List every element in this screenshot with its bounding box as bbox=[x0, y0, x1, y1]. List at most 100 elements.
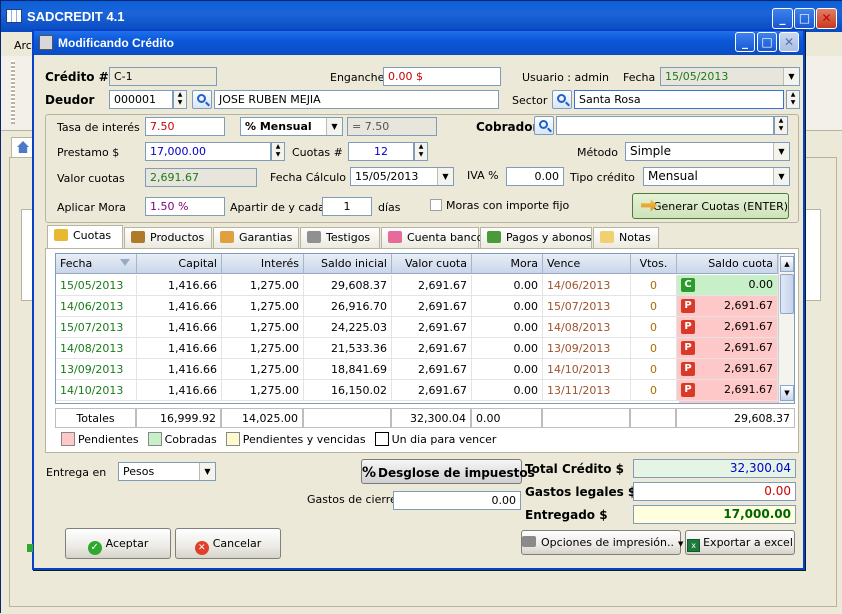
saldo-cuota-value: 2,691.67 bbox=[724, 383, 773, 396]
money-icon bbox=[487, 231, 501, 243]
tabs-holder: Cuotas Productos Garantias Testigos Cuenta b… bbox=[45, 225, 799, 249]
fecha-calculo-dropdown-arrow[interactable]: ▼ bbox=[437, 168, 453, 185]
home-icon bbox=[17, 141, 29, 153]
main-maximize-button[interactable]: □ bbox=[794, 8, 815, 29]
menu-item-archivo[interactable]: Arc bbox=[14, 39, 32, 52]
cobrador-stepper[interactable]: ▲ ▼ bbox=[774, 116, 788, 135]
metodo-select[interactable]: Simple bbox=[625, 142, 790, 161]
table-row[interactable]: 15/07/2013 1,416.66 1,275.00 24,225.03 2,691… bbox=[56, 317, 778, 338]
prestamo-stepper[interactable]: ▲ ▼ bbox=[271, 142, 285, 161]
totals-row: Totales 16,999.92 14,025.00 32,300.04 0.00 29… bbox=[55, 408, 795, 428]
tipo-credito-dropdown-arrow[interactable]: ▼ bbox=[773, 168, 789, 185]
dialog-title-bar[interactable]: Modificando Crédito _ □ ✕ bbox=[34, 31, 803, 55]
legend-label: Cobradas bbox=[164, 433, 217, 446]
tab-notas[interactable]: Notas bbox=[593, 227, 659, 248]
entrega-dropdown-arrow[interactable]: ▼ bbox=[199, 463, 215, 480]
aplicar-mora-field[interactable]: 1.50 % bbox=[145, 197, 225, 216]
person-icon bbox=[220, 231, 234, 243]
cell-vtos: 0 bbox=[631, 359, 677, 380]
deudor-name-field[interactable]: JOSE RUBEN MEJIA bbox=[214, 90, 499, 109]
prestamo-label: Prestamo $ bbox=[57, 146, 120, 159]
cobrador-search-button[interactable] bbox=[534, 116, 554, 135]
iva-label: IVA % bbox=[467, 169, 499, 182]
table-row[interactable]: 14/10/2013 1,416.66 1,275.00 16,150.02 2,691… bbox=[56, 380, 778, 401]
tasa-field[interactable]: 7.50 bbox=[145, 117, 225, 136]
column-header-vtos[interactable]: Vtos. bbox=[631, 254, 677, 274]
apartir-field[interactable]: 1 bbox=[322, 197, 372, 216]
opciones-impresion-button[interactable]: Opciones de impresión.. ▼ bbox=[521, 530, 683, 555]
tab-label: Cuotas bbox=[73, 229, 112, 242]
enganche-field[interactable]: 0.00 $ bbox=[383, 67, 501, 86]
tab-label: Testigos bbox=[326, 231, 371, 244]
piggy-bank-icon bbox=[388, 231, 402, 243]
column-header-saldo-cuota[interactable]: Saldo cuota bbox=[677, 254, 778, 274]
sector-field[interactable]: Santa Rosa bbox=[574, 90, 784, 109]
dialog-title: Modificando Crédito bbox=[58, 36, 174, 50]
prestamo-field[interactable]: 17,000.00 bbox=[145, 142, 271, 161]
table-row[interactable]: 14/08/2013 1,416.66 1,275.00 21,533.36 2,691… bbox=[56, 338, 778, 359]
scroll-thumb[interactable] bbox=[780, 274, 794, 314]
tab-label: Pagos y abonos bbox=[506, 231, 592, 244]
tab-garantias[interactable]: Garantias bbox=[213, 227, 299, 248]
coins-icon bbox=[54, 229, 68, 241]
column-header-saldo-inicial[interactable]: Saldo inicial bbox=[304, 254, 392, 274]
cobrador-field[interactable] bbox=[556, 116, 774, 135]
cell-mora: 0.00 bbox=[472, 317, 543, 338]
periodo-dropdown-arrow[interactable]: ▼ bbox=[326, 118, 342, 135]
scroll-down-arrow[interactable]: ▼ bbox=[780, 385, 794, 401]
dialog-minimize-button[interactable]: _ bbox=[735, 32, 755, 52]
tab-productos[interactable]: Productos bbox=[124, 227, 212, 248]
cancelar-button[interactable]: ✕ Cancelar bbox=[175, 528, 281, 559]
dialog-maximize-button[interactable]: □ bbox=[757, 32, 777, 52]
metodo-dropdown-arrow[interactable]: ▼ bbox=[773, 143, 789, 160]
deudor-id-stepper[interactable]: ▲ ▼ bbox=[173, 90, 187, 109]
cell-valor-cuota: 2,691.67 bbox=[392, 275, 472, 296]
sector-stepper[interactable]: ▲ ▼ bbox=[786, 90, 800, 109]
desglose-impuestos-button[interactable]: % Desglose de impuestos bbox=[361, 459, 535, 484]
tab-pagos-y-abonos[interactable]: Pagos y abonos bbox=[480, 227, 592, 248]
gastos-cierre-field[interactable]: 0.00 bbox=[393, 491, 521, 510]
sector-search-button[interactable] bbox=[552, 90, 572, 109]
entrega-label: Entrega en bbox=[46, 466, 107, 479]
valor-cuotas-field: 2,691.67 bbox=[145, 168, 257, 187]
gastos-legales-field[interactable]: 0.00 bbox=[633, 482, 796, 501]
cell-interes: 1,275.00 bbox=[222, 359, 304, 380]
table-row[interactable]: 15/05/2013 1,416.66 1,275.00 29,608.37 2,691… bbox=[56, 275, 778, 296]
table-row[interactable]: 13/09/2013 1,416.66 1,275.00 18,841.69 2,691… bbox=[56, 359, 778, 380]
cell-capital: 1,416.66 bbox=[137, 359, 222, 380]
iva-field[interactable]: 0.00 bbox=[506, 167, 564, 186]
credito-field[interactable]: C-1 bbox=[109, 67, 217, 86]
tipo-credito-select[interactable]: Mensual bbox=[643, 167, 790, 186]
main-minimize-button[interactable]: _ bbox=[772, 8, 793, 29]
column-header-interes[interactable]: Interés bbox=[222, 254, 304, 274]
dialog-close-button[interactable]: ✕ bbox=[779, 32, 799, 52]
tab-cuenta-banco[interactable]: Cuenta banco bbox=[381, 227, 483, 248]
aceptar-button[interactable]: ✓ Aceptar bbox=[65, 528, 171, 559]
deudor-id-field[interactable]: 000001 bbox=[109, 90, 173, 109]
column-header-vence[interactable]: Vence bbox=[543, 254, 631, 274]
tasa-calc-field: = 7.50 bbox=[347, 117, 437, 136]
moras-fijo-checkbox[interactable] bbox=[430, 199, 442, 211]
main-close-button[interactable]: ✕ bbox=[816, 8, 837, 29]
tab-cuotas[interactable]: Cuotas bbox=[47, 225, 123, 248]
partial-row bbox=[679, 401, 778, 403]
main-title-bar[interactable]: SADCREDIT 4.1 _ □ ✕ bbox=[1, 1, 842, 32]
fecha-dropdown-arrow[interactable]: ▼ bbox=[783, 68, 799, 85]
fecha-field[interactable]: 15/05/2013 bbox=[660, 67, 800, 86]
cell-saldo-inicial: 26,916.70 bbox=[304, 296, 392, 317]
exportar-excel-button[interactable]: x Exportar a excel bbox=[685, 530, 795, 555]
grid-scrollbar[interactable]: ▲ ▼ bbox=[778, 254, 794, 403]
column-header-capital[interactable]: Capital bbox=[137, 254, 222, 274]
scroll-up-arrow[interactable]: ▲ bbox=[780, 256, 794, 272]
total-credito-field: 32,300.04 bbox=[633, 459, 796, 478]
cuotas-stepper[interactable]: ▲ ▼ bbox=[414, 142, 428, 161]
cuotas-grid[interactable]: Fecha Capital Interés Saldo inicial Valor cu… bbox=[55, 253, 795, 404]
generar-cuotas-button[interactable]: Generar Cuotas (ENTER) bbox=[632, 193, 789, 219]
tab-testigos[interactable]: Testigos bbox=[300, 227, 380, 248]
column-header-mora[interactable]: Mora bbox=[472, 254, 543, 274]
cell-saldo-inicial: 18,841.69 bbox=[304, 359, 392, 380]
cuotas-field[interactable]: 12 bbox=[348, 142, 414, 161]
table-row[interactable]: 14/06/2013 1,416.66 1,275.00 26,916.70 2,691… bbox=[56, 296, 778, 317]
deudor-search-button[interactable] bbox=[192, 90, 212, 109]
column-header-valor-cuota[interactable]: Valor cuota bbox=[392, 254, 472, 274]
